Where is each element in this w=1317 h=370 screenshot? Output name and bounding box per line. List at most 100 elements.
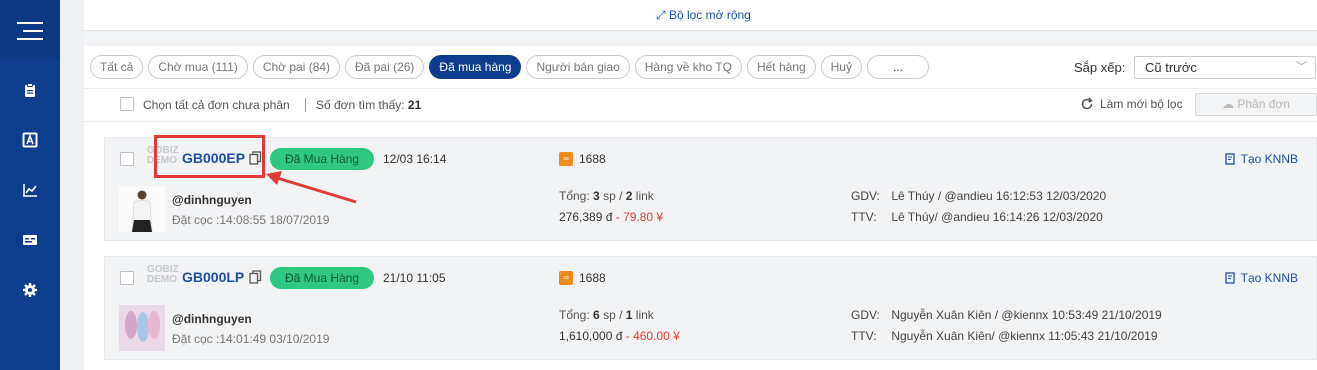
sort-value: Cũ trước bbox=[1145, 60, 1197, 75]
checker-label: TTV: bbox=[851, 210, 877, 224]
link-unit: link bbox=[635, 308, 654, 322]
order-amount: 276,389 đ - 79.80 ¥ bbox=[559, 210, 663, 224]
marketplace-icon: ∞ bbox=[559, 152, 573, 166]
found-count: Số đơn tìm thấy: 21 bbox=[316, 98, 421, 112]
tab-cancelled[interactable]: Huỷ bbox=[820, 55, 862, 79]
checker-value: Lê Thúy/ @andieu 16:14:26 12/03/2020 bbox=[891, 210, 1103, 224]
trader-label: GDV: bbox=[851, 189, 880, 203]
link-unit: link bbox=[635, 189, 654, 203]
gear-icon[interactable] bbox=[22, 282, 38, 298]
link-count: 2 bbox=[625, 189, 633, 203]
chart-icon[interactable] bbox=[22, 182, 38, 198]
product-thumbnail[interactable] bbox=[119, 305, 165, 351]
total-prefix: Tổng: bbox=[559, 308, 590, 322]
marketplace-name: 1688 bbox=[579, 152, 606, 166]
buyer-username[interactable]: @dinhnguyen bbox=[172, 193, 252, 207]
font-icon[interactable] bbox=[22, 132, 38, 148]
product-thumbnail[interactable] bbox=[119, 186, 165, 233]
link-count: 1 bbox=[625, 308, 633, 322]
copy-icon[interactable] bbox=[249, 270, 262, 284]
checker-info: TTV: Nguyễn Xuân Kiên/ @kiennx 11:05:43 … bbox=[851, 329, 1158, 343]
menu-icon-line bbox=[17, 38, 43, 40]
product-unit: sp / bbox=[603, 189, 623, 203]
create-complaint-link[interactable]: Tạo KNNB bbox=[1224, 152, 1298, 166]
merchant-logo-text: GOBIZ DEMO bbox=[147, 264, 179, 285]
product-count: 3 bbox=[593, 189, 600, 203]
annotation-arrow bbox=[266, 171, 357, 204]
checker-label: TTV: bbox=[851, 329, 877, 343]
tab-all[interactable]: Tất cả bbox=[90, 55, 144, 79]
tab-arrived-cn-warehouse[interactable]: Hàng về kho TQ bbox=[634, 55, 742, 79]
extended-filter-label: Bộ lọc mở rộng bbox=[668, 8, 751, 22]
found-value: 21 bbox=[407, 98, 422, 112]
clipboard-icon[interactable] bbox=[22, 82, 38, 98]
divider bbox=[305, 98, 306, 112]
trader-value: Lê Thúy / @andieu 16:12:53 12/03/2020 bbox=[891, 189, 1107, 203]
chevron-down-icon: ﹀ bbox=[1296, 61, 1307, 73]
total-prefix: Tổng: bbox=[559, 189, 590, 203]
refresh-icon bbox=[1081, 97, 1093, 110]
amount-cny: - 460.00 ¥ bbox=[625, 329, 680, 343]
amount-vnd: 276,389 đ bbox=[559, 210, 613, 224]
tab-waiting-purchase[interactable]: Chờ mua (111) bbox=[148, 55, 248, 79]
cloud-icon: ☁ bbox=[1222, 97, 1235, 111]
product-image bbox=[119, 305, 165, 351]
create-complaint-label: Tạo KNNB bbox=[1240, 152, 1298, 166]
tab-paid[interactable]: Đã pai (26) bbox=[345, 55, 425, 79]
order-amount: 1,610,000 đ - 460.00 ¥ bbox=[559, 329, 680, 343]
tab-more[interactable]: ... bbox=[866, 55, 929, 79]
split-order-button[interactable]: ☁ Phân đơn bbox=[1195, 93, 1317, 116]
list-toolbar: Chọn tất cả đơn chưa phân Số đơn tìm thấ… bbox=[84, 88, 1317, 122]
split-label: Phân đơn bbox=[1237, 97, 1290, 111]
order-checkbox[interactable] bbox=[120, 271, 134, 285]
extended-filter-link[interactable]: ⤢ Bộ lọc mở rộng bbox=[656, 8, 751, 23]
checker-value: Nguyễn Xuân Kiên/ @kiennx 11:05:43 21/10… bbox=[891, 329, 1158, 343]
amount-cny: - 79.80 ¥ bbox=[615, 210, 664, 224]
tab-waiting-pai[interactable]: Chờ pai (84) bbox=[252, 55, 341, 79]
document-icon bbox=[1224, 153, 1235, 165]
divider bbox=[84, 30, 1317, 46]
order-checkbox[interactable] bbox=[120, 152, 134, 166]
tab-out-of-stock[interactable]: Hết hàng bbox=[746, 55, 816, 79]
merchant-logo: GOBIZ DEMO bbox=[147, 265, 179, 291]
tab-seller-delivered[interactable]: Người bán giao bbox=[526, 55, 630, 79]
sort-label: Sắp xếp: bbox=[1074, 60, 1126, 75]
sort-select[interactable]: Cũ trước ﹀ bbox=[1134, 56, 1316, 79]
order-datetime: 21/10 11:05 bbox=[383, 271, 446, 285]
status-badge: Đã Mua Hàng bbox=[270, 267, 374, 289]
document-icon bbox=[1224, 272, 1235, 284]
sidebar bbox=[0, 0, 60, 370]
select-all-checkbox[interactable] bbox=[120, 97, 134, 111]
card-icon[interactable] bbox=[22, 232, 38, 248]
order-code[interactable]: GB000LP bbox=[182, 269, 244, 285]
create-complaint-label: Tạo KNNB bbox=[1240, 271, 1298, 285]
menu-icon bbox=[17, 22, 43, 24]
trader-label: GDV: bbox=[851, 308, 880, 322]
expand-icon: ⤢ bbox=[656, 8, 666, 22]
order-card: GOBIZ DEMO GB000LP Đã Mua Hàng 21/10 11:… bbox=[104, 256, 1317, 360]
create-complaint-link[interactable]: Tạo KNNB bbox=[1224, 271, 1298, 285]
marketplace-name: 1688 bbox=[579, 271, 606, 285]
product-image bbox=[119, 186, 165, 233]
amount-vnd: 1,610,000 đ bbox=[559, 329, 623, 343]
checker-info: TTV: Lê Thúy/ @andieu 16:14:26 12/03/202… bbox=[851, 210, 1103, 224]
order-total: Tổng: 6 sp / 1 link bbox=[559, 308, 654, 322]
product-unit: sp / bbox=[603, 308, 623, 322]
trader-value: Nguyễn Xuân Kiên / @kiennx 10:53:49 21/1… bbox=[891, 308, 1162, 322]
found-label: Số đơn tìm thấy: bbox=[316, 98, 405, 112]
refresh-label: Làm mới bộ lọc bbox=[1100, 97, 1183, 111]
buyer-username[interactable]: @dinhnguyen bbox=[172, 312, 252, 326]
product-count: 6 bbox=[593, 308, 600, 322]
deposit-time: Đặt cọc :14:01:49 03/10/2019 bbox=[172, 332, 330, 346]
tab-purchased[interactable]: Đã mua hàng bbox=[429, 55, 522, 79]
status-tabs: Tất cả Chờ mua (111) Chờ pai (84) Đã pai… bbox=[90, 55, 929, 79]
select-all-label: Chọn tất cả đơn chưa phân bbox=[143, 98, 290, 112]
deposit-time: Đặt cọc :14:08:55 18/07/2019 bbox=[172, 213, 330, 227]
marketplace-icon: ∞ bbox=[559, 271, 573, 285]
menu-toggle-button[interactable] bbox=[0, 0, 60, 60]
menu-icon-line bbox=[23, 30, 43, 32]
trader-info: GDV: Nguyễn Xuân Kiên / @kiennx 10:53:49… bbox=[851, 308, 1162, 322]
trader-info: GDV: Lê Thúy / @andieu 16:12:53 12/03/20… bbox=[851, 189, 1106, 203]
refresh-filter-button[interactable]: Làm mới bộ lọc bbox=[1080, 97, 1183, 111]
highlight-box bbox=[154, 135, 265, 178]
